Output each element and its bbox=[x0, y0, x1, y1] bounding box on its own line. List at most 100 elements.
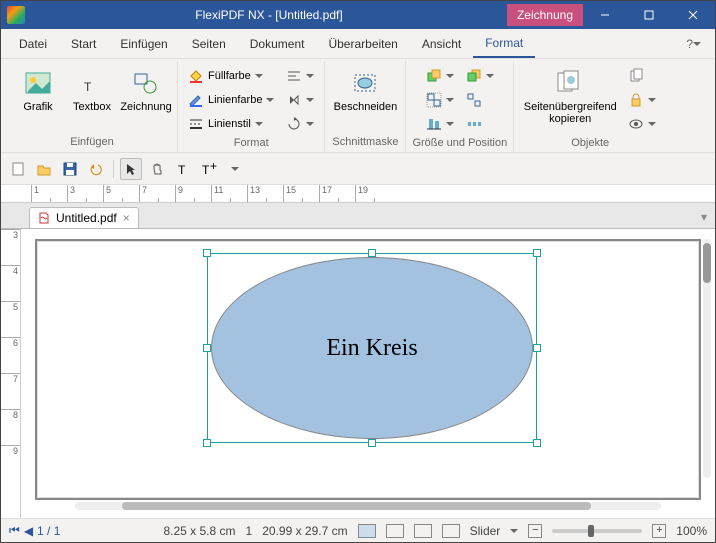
eye-icon bbox=[628, 116, 644, 132]
workarea: 3456789 Ein Kreis bbox=[1, 229, 715, 518]
ribbon-group-label: Einfügen bbox=[70, 134, 113, 152]
open-button[interactable] bbox=[33, 158, 55, 180]
svg-text:T: T bbox=[84, 80, 92, 94]
view-continuous-button[interactable] bbox=[414, 524, 432, 538]
minimize-button[interactable] bbox=[583, 1, 627, 29]
menu-format[interactable]: Format bbox=[473, 29, 535, 58]
layer-front-icon bbox=[426, 68, 442, 84]
resize-handle[interactable] bbox=[368, 249, 376, 257]
linestyle-button[interactable]: Linienstil bbox=[184, 113, 278, 135]
lock-button[interactable] bbox=[624, 89, 660, 111]
zoom-level: 100% bbox=[676, 524, 707, 538]
ribbon-group-format: Füllfarbe Linienfarbe Linienstil Format bbox=[178, 61, 325, 152]
resize-handle[interactable] bbox=[533, 249, 541, 257]
align-objects-icon bbox=[426, 116, 442, 132]
selection-box[interactable]: Ein Kreis bbox=[207, 253, 537, 443]
text-tool[interactable]: T bbox=[172, 158, 194, 180]
menu-ueberarbeiten[interactable]: Überarbeiten bbox=[316, 29, 409, 58]
flip-button[interactable] bbox=[282, 89, 318, 111]
align-left-button[interactable] bbox=[282, 65, 318, 87]
page-indicator: 1 / 1 bbox=[37, 524, 60, 538]
menu-datei[interactable]: Datei bbox=[7, 29, 59, 58]
page-canvas[interactable]: Ein Kreis bbox=[35, 239, 701, 500]
bring-front-button[interactable] bbox=[422, 65, 458, 87]
insert-zeichnung-button[interactable]: Zeichnung bbox=[121, 65, 171, 115]
new-button[interactable] bbox=[7, 158, 29, 180]
ribbon-group-label: Größe und Position bbox=[412, 135, 507, 153]
document-tab[interactable]: Untitled.pdf × bbox=[29, 207, 139, 228]
distribute-button[interactable] bbox=[462, 113, 498, 135]
fillcolor-button[interactable]: Füllfarbe bbox=[184, 65, 278, 87]
ungroup-icon bbox=[466, 92, 482, 108]
ribbon-group-label: Schnittmaske bbox=[332, 134, 398, 152]
ruler-horizontal: 135791113151719 bbox=[1, 185, 715, 203]
context-tab-drawing[interactable]: Zeichnung bbox=[507, 4, 583, 26]
ribbon-group-schnittmaske: Beschneiden Schnittmaske bbox=[325, 61, 406, 152]
resize-handle[interactable] bbox=[203, 344, 211, 352]
menu-seiten[interactable]: Seiten bbox=[180, 29, 238, 58]
vertical-scrollbar[interactable] bbox=[703, 239, 713, 478]
insert-textbox-button[interactable]: T Textbox bbox=[67, 65, 117, 115]
visibility-button[interactable] bbox=[624, 113, 660, 135]
rotate-button[interactable] bbox=[282, 113, 318, 135]
group-button[interactable] bbox=[422, 89, 458, 111]
linestyle-icon bbox=[188, 116, 204, 132]
layer-back-icon bbox=[466, 68, 482, 84]
group-icon bbox=[426, 92, 442, 108]
resize-handle[interactable] bbox=[203, 249, 211, 257]
maximize-button[interactable] bbox=[627, 1, 671, 29]
close-button[interactable] bbox=[671, 1, 715, 29]
resize-handle[interactable] bbox=[368, 439, 376, 447]
ungroup-button[interactable] bbox=[462, 89, 498, 111]
more-tools[interactable] bbox=[224, 158, 246, 180]
insert-grafik-button[interactable]: Grafik bbox=[13, 65, 63, 115]
zoom-in-button[interactable]: + bbox=[652, 524, 666, 538]
crop-button[interactable]: Beschneiden bbox=[331, 65, 399, 115]
ribbon-group-groesse-position: Größe und Position bbox=[406, 61, 514, 152]
resize-handle[interactable] bbox=[533, 439, 541, 447]
horizontal-scrollbar[interactable] bbox=[35, 500, 701, 512]
prev-page-button[interactable]: ◀ bbox=[24, 524, 33, 538]
duplicate-button[interactable] bbox=[624, 65, 660, 87]
svg-text:+: + bbox=[210, 162, 217, 173]
pointer-tool[interactable] bbox=[120, 158, 142, 180]
menu-ansicht[interactable]: Ansicht bbox=[410, 29, 473, 58]
hand-tool[interactable] bbox=[146, 158, 168, 180]
slider-label: Slider bbox=[470, 524, 501, 538]
first-page-button[interactable]: ⏮ bbox=[9, 523, 20, 538]
undo-button[interactable] bbox=[85, 158, 107, 180]
pages-copy-icon bbox=[554, 67, 586, 99]
zoom-slider[interactable] bbox=[552, 529, 642, 533]
view-facing-button[interactable] bbox=[442, 524, 460, 538]
close-tab-button[interactable]: × bbox=[123, 211, 130, 225]
resize-handle[interactable] bbox=[533, 344, 541, 352]
save-button[interactable] bbox=[59, 158, 81, 180]
tab-overflow[interactable]: ▾ bbox=[693, 206, 715, 228]
quick-access-toolbar: T T+ bbox=[1, 153, 715, 185]
view-single-button[interactable] bbox=[386, 524, 404, 538]
image-icon bbox=[22, 67, 54, 99]
text-plus-tool[interactable]: T+ bbox=[198, 158, 220, 180]
ribbon-group-objekte: Seitenübergreifend kopieren Objekte bbox=[514, 61, 666, 152]
align-objects-button[interactable] bbox=[422, 113, 458, 135]
app-icon bbox=[7, 6, 25, 24]
view-fit-button[interactable] bbox=[358, 524, 376, 538]
menubar: Datei Start Einfügen Seiten Dokument Übe… bbox=[1, 29, 715, 59]
titlebar: FlexiPDF NX - [Untitled.pdf] Zeichnung bbox=[1, 1, 715, 29]
menu-dokument[interactable]: Dokument bbox=[238, 29, 317, 58]
resize-handle[interactable] bbox=[203, 439, 211, 447]
linecolor-button[interactable]: Linienfarbe bbox=[184, 89, 278, 111]
chevron-down-icon[interactable] bbox=[510, 527, 518, 535]
menu-einfuegen[interactable]: Einfügen bbox=[108, 29, 179, 58]
span-copy-button[interactable]: Seitenübergreifend kopieren bbox=[520, 65, 620, 127]
pen-icon bbox=[188, 92, 204, 108]
ribbon-group-einfuegen: Grafik T Textbox Zeichnung Einfügen bbox=[7, 61, 178, 152]
zoom-out-button[interactable]: − bbox=[528, 524, 542, 538]
chevron-down-icon bbox=[255, 120, 263, 128]
menu-start[interactable]: Start bbox=[59, 29, 108, 58]
document-tab-label: Untitled.pdf bbox=[56, 211, 117, 225]
help-button[interactable]: ? bbox=[678, 29, 709, 58]
shapes-icon bbox=[130, 67, 162, 99]
statusbar: ⏮ ◀ 1 / 1 8.25 x 5.8 cm 1 20.99 x 29.7 c… bbox=[1, 518, 715, 542]
send-back-button[interactable] bbox=[462, 65, 498, 87]
